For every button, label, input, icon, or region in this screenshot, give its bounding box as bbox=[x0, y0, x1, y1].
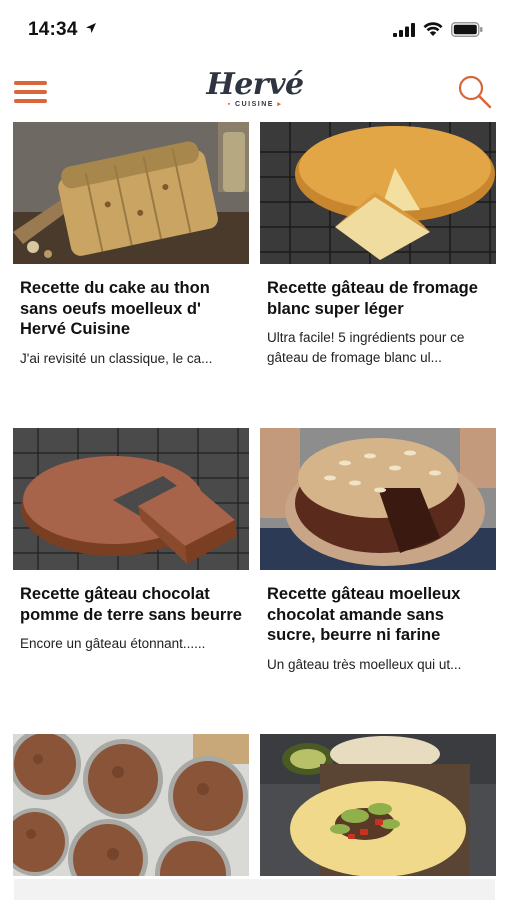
cheesecake-image bbox=[260, 122, 496, 264]
almond-chocolate-cake-image bbox=[260, 428, 496, 570]
search-icon[interactable] bbox=[457, 74, 493, 110]
tuna-cake-image bbox=[13, 122, 249, 264]
status-time: 14:34 bbox=[28, 19, 97, 41]
recipe-card[interactable] bbox=[13, 734, 249, 876]
recipe-card[interactable] bbox=[260, 734, 496, 876]
recipe-title[interactable]: Recette gâteau moelleux chocolat amande … bbox=[260, 584, 496, 646]
recipe-title[interactable]: Recette gâteau chocolat pomme de terre s… bbox=[13, 584, 249, 625]
logo-word: Hervé bbox=[206, 67, 304, 102]
location-arrow-icon bbox=[86, 23, 97, 33]
recipe-description: Un gâteau très moelleux qui ut... bbox=[267, 656, 462, 672]
recipe-card[interactable]: Recette du cake au thon sans oeufs moell… bbox=[13, 122, 249, 369]
app-header: Hervé ▪ CUISINE ▸ bbox=[0, 62, 507, 120]
status-icons bbox=[393, 22, 483, 37]
recipe-card[interactable]: Recette gâteau moelleux chocolat amande … bbox=[260, 428, 496, 675]
wifi-icon bbox=[423, 22, 443, 36]
recipe-description: Ultra facile! 5 ingrédients pour ce gâte… bbox=[267, 330, 465, 365]
recipe-title[interactable]: Recette gâteau de fromage blanc super lé… bbox=[260, 278, 496, 319]
recipe-description: Encore un gâteau étonnant...... bbox=[20, 636, 206, 651]
battery-icon bbox=[451, 22, 483, 37]
recipe-description: J'ai revisité un classique, le ca... bbox=[20, 350, 213, 366]
chocolate-cake-image bbox=[13, 428, 249, 570]
tortilla-image bbox=[260, 734, 496, 876]
bottom-strip bbox=[14, 879, 495, 900]
app-logo[interactable]: Hervé ▪ CUISINE ▸ bbox=[200, 68, 310, 118]
cellular-signal-icon bbox=[393, 22, 415, 37]
recipe-card[interactable]: Recette gâteau chocolat pomme de terre s… bbox=[13, 428, 249, 654]
muffins-image bbox=[13, 734, 249, 876]
recipe-card[interactable]: Recette gâteau de fromage blanc super lé… bbox=[260, 122, 496, 368]
recipe-title[interactable]: Recette du cake au thon sans oeufs moell… bbox=[13, 278, 249, 340]
hamburger-menu-icon[interactable] bbox=[14, 76, 48, 106]
status-bar: 14:34 bbox=[0, 0, 507, 60]
